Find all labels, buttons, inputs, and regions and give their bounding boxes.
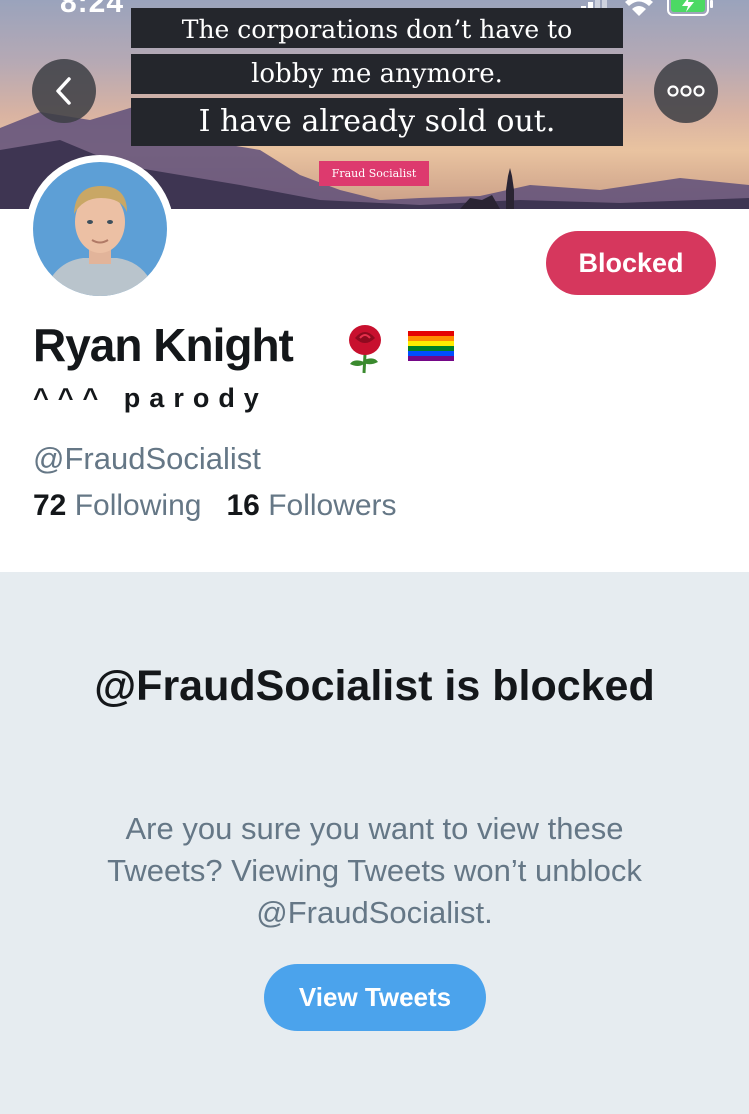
view-tweets-button[interactable]: View Tweets (264, 964, 486, 1031)
banner-tag: Fraud Socialist (319, 161, 429, 186)
more-options-button[interactable] (654, 59, 718, 123)
followers-count: 16 (226, 489, 260, 522)
name-emojis (349, 325, 454, 374)
following-label: Following (74, 489, 202, 522)
avatar-image (33, 162, 167, 296)
blocked-button[interactable]: Blocked (546, 231, 716, 295)
more-options-icon (667, 85, 705, 97)
followers-link[interactable]: 16 Followers (226, 489, 396, 522)
following-count: 72 (33, 489, 67, 522)
avatar[interactable] (33, 162, 167, 296)
blocked-notice-message: Are you sure you want to view these Twee… (107, 811, 642, 930)
banner-quote-line-2: lobby me anymore. (131, 54, 623, 94)
blocked-notice-panel: @FraudSocialist is blocked Are you sure … (0, 572, 749, 1114)
following-link[interactable]: 72 Following (33, 489, 201, 522)
followers-label: Followers (268, 489, 397, 522)
banner-quote-line-3: I have already sold out. (131, 98, 623, 146)
profile-stats: 72 Following 16 Followers (33, 489, 397, 523)
blocked-notice-title: @FraudSocialist is blocked (94, 662, 655, 710)
banner-quote-line-1: The corporations don’t have to (131, 8, 623, 48)
chevron-left-icon (56, 77, 71, 105)
profile-handle: @FraudSocialist (33, 441, 261, 476)
profile-bio: ^^^ parody (33, 383, 268, 413)
back-button[interactable] (32, 59, 96, 123)
display-name: Ryan Knight (33, 319, 294, 371)
wifi-icon (625, 0, 653, 16)
status-time: 8:24 (60, 0, 125, 19)
rose-icon (349, 325, 381, 374)
battery-charging-icon (667, 0, 713, 16)
rainbow-flag-icon (408, 331, 454, 361)
